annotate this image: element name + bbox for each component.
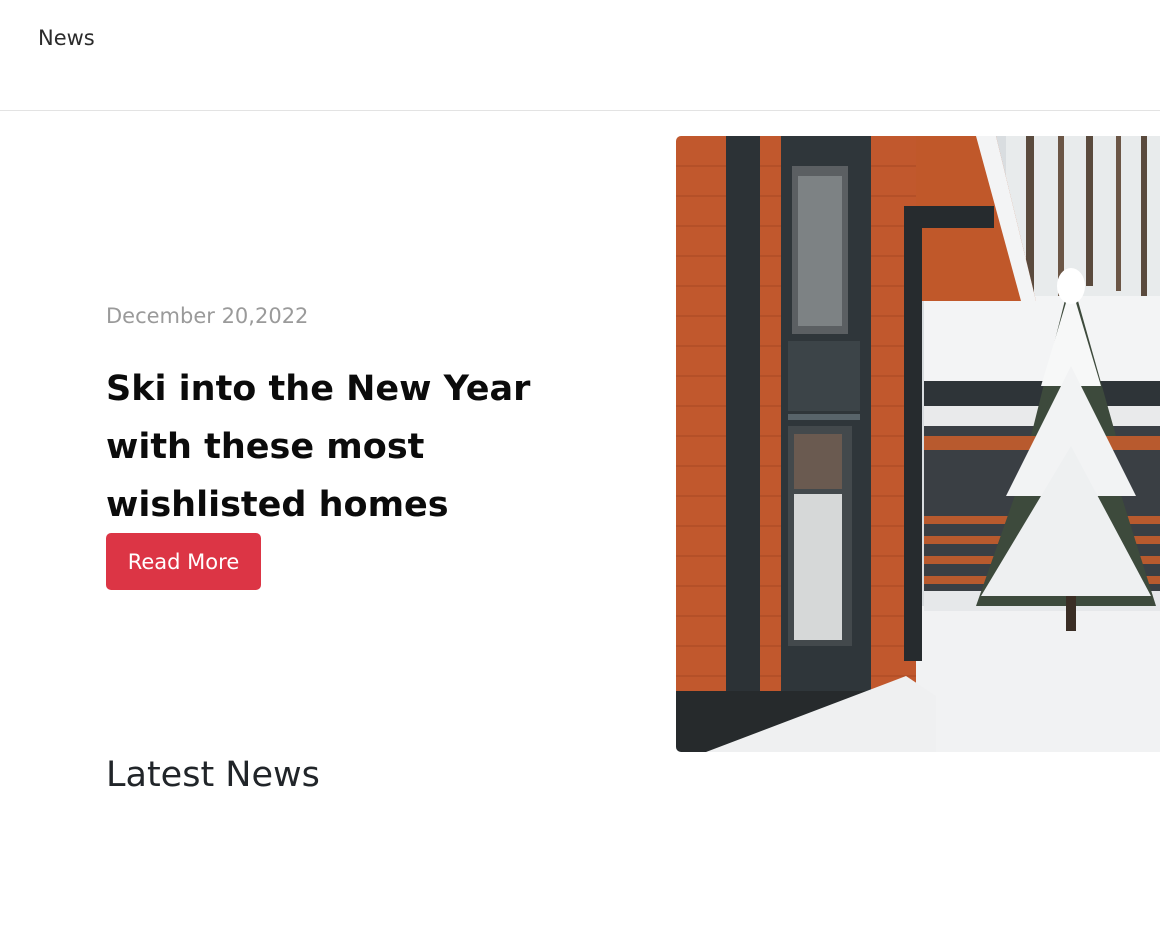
read-more-button[interactable]: Read More — [106, 533, 261, 590]
nav-link-news[interactable]: News — [38, 26, 95, 50]
hero-date: December 20,2022 — [106, 304, 309, 328]
top-navbar: News — [0, 0, 1160, 111]
hero-image-graphic — [676, 136, 1160, 752]
hero-image — [676, 136, 1160, 752]
latest-news-heading: Latest News — [106, 755, 320, 795]
hero-title: Ski into the New Year with these most wi… — [106, 369, 531, 525]
